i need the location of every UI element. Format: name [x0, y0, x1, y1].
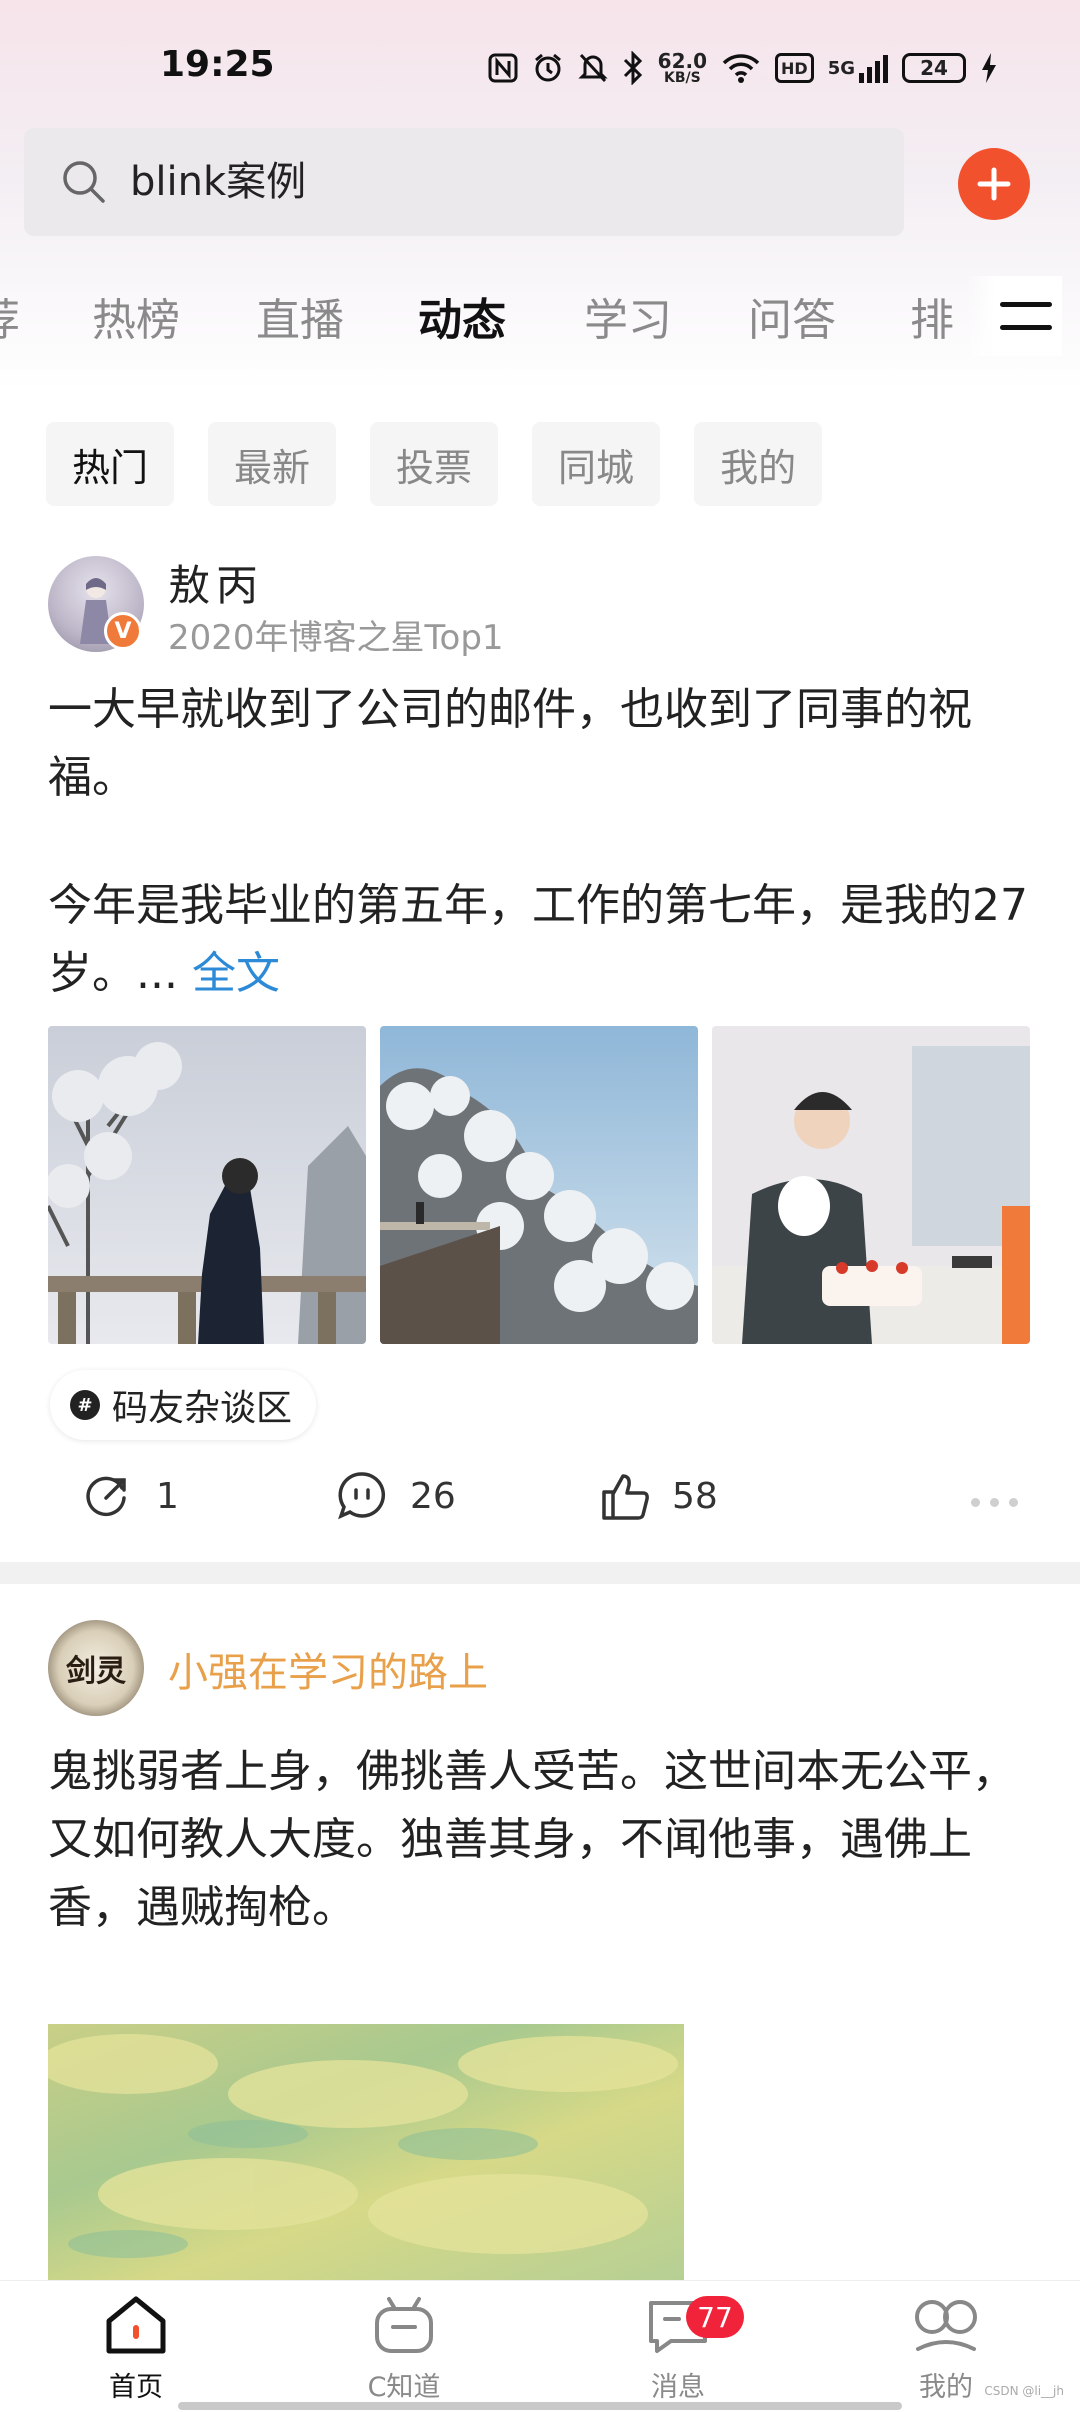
- chip-vote[interactable]: 投票: [370, 422, 499, 506]
- hd-icon: HD: [775, 53, 814, 83]
- alarm-icon: [532, 52, 564, 84]
- tab-live[interactable]: 直播: [256, 284, 344, 348]
- share-count: 1: [156, 1475, 179, 1517]
- mute-icon: [578, 52, 608, 84]
- battery-icon: 24: [902, 53, 966, 83]
- search-bar[interactable]: [24, 128, 904, 236]
- share-button[interactable]: 1: [82, 1470, 179, 1522]
- post-text[interactable]: 鬼挑弱者上身，佛挑善人受苦。这世间本无公平，又如何教人大度。独善其身，不闻他事，…: [48, 1738, 1038, 1942]
- nav-home[interactable]: 首页: [66, 2295, 206, 2404]
- like-button[interactable]: 58: [598, 1470, 718, 1522]
- comment-icon: [338, 1472, 386, 1520]
- plus-icon: [977, 167, 1011, 201]
- nav-home-label: 首页: [109, 2372, 163, 2403]
- gesture-bar[interactable]: [178, 2402, 902, 2410]
- share-icon: [86, 1476, 126, 1517]
- tab-feed[interactable]: 动态: [418, 284, 506, 348]
- comment-count: 26: [410, 1475, 456, 1517]
- add-post-button[interactable]: [958, 148, 1030, 220]
- tab-qa[interactable]: 问答: [748, 284, 836, 348]
- avatar[interactable]: 剑灵: [48, 1620, 144, 1716]
- tab-learn[interactable]: 学习: [584, 284, 672, 348]
- search-input[interactable]: [130, 159, 890, 205]
- bluetooth-icon: [622, 51, 644, 85]
- post-photo[interactable]: [48, 2024, 684, 2284]
- nav-cknow[interactable]: C知道: [334, 2295, 474, 2404]
- menu-icon: [1000, 302, 1052, 330]
- author-title: 2020年博客之星Top1: [168, 618, 504, 658]
- tab-hot[interactable]: 热榜: [92, 284, 180, 348]
- feed-divider: [0, 1562, 1080, 1584]
- channel-menu-button[interactable]: [966, 276, 1062, 356]
- wifi-icon: [721, 52, 761, 84]
- read-more-link[interactable]: 全文: [192, 948, 280, 999]
- bottom-navigation: 首页 C知道 消息 我的: [0, 2280, 1080, 2412]
- topic-tag[interactable]: # 码友杂谈区: [50, 1370, 317, 1440]
- net-speed: 62.0 KB/S: [657, 49, 708, 86]
- author-name[interactable]: 敖丙: [168, 552, 264, 613]
- comment-button[interactable]: 26: [336, 1470, 456, 1522]
- app-screen: 19:25 62.0 KB/S HD 5G 24 blink案例 热榜 直播 动…: [0, 0, 1080, 2412]
- avatar-text: 剑灵: [66, 1654, 126, 1689]
- nav-cknow-label: C知道: [367, 2372, 441, 2403]
- topic-label: 码友杂谈区: [112, 1388, 293, 1429]
- thumbs-up-icon: [602, 1474, 649, 1520]
- nav-messages-label: 消息: [651, 2372, 705, 2403]
- post-text[interactable]: 一大早就收到了公司的邮件，也收到了同事的祝福。: [48, 676, 1038, 812]
- author-name[interactable]: 小强在学习的路上: [168, 1640, 488, 1698]
- search-icon: [63, 161, 105, 203]
- status-time: 19:25: [160, 44, 275, 85]
- chip-mine[interactable]: 我的: [694, 422, 823, 506]
- like-count: 58: [672, 1475, 718, 1517]
- chip-latest[interactable]: 最新: [208, 422, 337, 506]
- message-count-badge: 77: [686, 2296, 744, 2338]
- watermark: CSDN @li__jh: [984, 2384, 1064, 2398]
- tab-recommend[interactable]: 荐: [0, 284, 20, 348]
- status-bar: 19:25 62.0 KB/S HD 5G 24: [0, 0, 1080, 130]
- verified-badge: V: [104, 612, 142, 650]
- tab-rank[interactable]: 排: [910, 284, 954, 348]
- signal-icon: 5G: [828, 53, 888, 83]
- post-text-continued[interactable]: 今年是我毕业的第五年，工作的第七年，是我的27岁。... 全文: [48, 872, 1038, 1008]
- more-options-icon[interactable]: [971, 1498, 1018, 1507]
- hashtag-icon: #: [70, 1390, 100, 1420]
- chip-local[interactable]: 同城: [532, 422, 661, 506]
- robot-icon: [375, 2297, 433, 2353]
- profile-icon: [915, 2300, 977, 2351]
- post-photo[interactable]: [380, 1026, 698, 1344]
- status-icons: 62.0 KB/S HD 5G 24: [488, 46, 998, 90]
- post-actions: 1 26 58: [0, 1462, 1080, 1542]
- charging-icon: [980, 52, 998, 84]
- nfc-icon: [488, 53, 518, 83]
- post-photo[interactable]: [712, 1026, 1030, 1344]
- home-icon: [106, 2296, 166, 2354]
- channel-tabs: 荐 热榜 直播 动态 学习 问答 排: [0, 270, 1080, 360]
- filter-chips: 热门 最新 投票 同城 我的: [46, 422, 823, 506]
- chip-hot[interactable]: 热门: [46, 422, 175, 506]
- post-photo[interactable]: [48, 1026, 366, 1344]
